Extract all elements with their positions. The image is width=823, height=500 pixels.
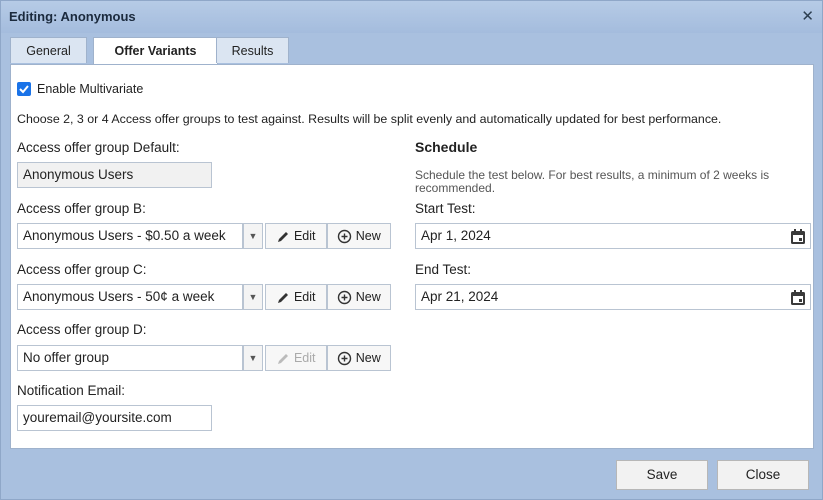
pencil-icon xyxy=(278,292,289,303)
new-label: New xyxy=(355,290,381,304)
calendar-icon[interactable] xyxy=(789,289,807,307)
edit-dialog: Editing: Anonymous ✕ General Offer Varia… xyxy=(0,0,823,500)
edit-label: Edit xyxy=(293,290,316,304)
tab-general[interactable]: General xyxy=(10,37,87,63)
edit-label: Edit xyxy=(293,351,316,365)
enable-multivariate-label: Enable Multivariate xyxy=(37,82,144,96)
calendar-icon[interactable] xyxy=(789,228,807,246)
notification-email-input[interactable]: youremail@yoursite.com xyxy=(17,405,212,431)
offer-variants-panel: Enable Multivariate Choose 2, 3 or 4 Acc… xyxy=(10,64,814,449)
plus-circle-icon xyxy=(338,291,352,305)
close-button[interactable]: Close xyxy=(717,460,809,490)
checkmark-icon xyxy=(19,85,29,94)
schedule-heading: Schedule xyxy=(415,139,478,155)
new-label: New xyxy=(355,229,381,243)
group-default-field: Anonymous Users xyxy=(17,162,212,188)
group-b-edit-button[interactable]: Edit xyxy=(265,223,327,249)
plus-circle-icon xyxy=(338,230,352,244)
group-b-label: Access offer group B: xyxy=(17,201,146,216)
plus-circle-icon xyxy=(338,352,352,366)
chevron-down-icon[interactable]: ▼ xyxy=(243,223,263,249)
close-icon[interactable]: ✕ xyxy=(801,7,814,25)
end-test-input[interactable]: Apr 21, 2024 xyxy=(415,284,811,310)
notification-email-label: Notification Email: xyxy=(17,383,126,398)
dialog-titlebar: Editing: Anonymous ✕ xyxy=(1,1,822,33)
pencil-icon xyxy=(278,353,289,364)
chevron-down-icon[interactable]: ▼ xyxy=(243,345,263,371)
group-c-edit-button[interactable]: Edit xyxy=(265,284,327,310)
group-c-select[interactable]: Anonymous Users - 50¢ a week xyxy=(17,284,243,310)
group-c-label: Access offer group C: xyxy=(17,262,147,277)
group-b-new-button[interactable]: New xyxy=(327,223,391,249)
group-default-label: Access offer group Default: xyxy=(17,140,180,155)
group-c-new-button[interactable]: New xyxy=(327,284,391,310)
enable-multivariate-checkbox[interactable] xyxy=(17,82,31,96)
schedule-help-text: Schedule the test below. For best result… xyxy=(415,168,770,195)
save-button[interactable]: Save xyxy=(616,460,708,490)
group-d-edit-button: Edit xyxy=(265,345,327,371)
end-test-label: End Test: xyxy=(415,262,472,277)
start-test-input[interactable]: Apr 1, 2024 xyxy=(415,223,811,249)
multivariate-description: Choose 2, 3 or 4 Access offer groups to … xyxy=(17,112,722,126)
group-d-label: Access offer group D: xyxy=(17,322,147,337)
pencil-icon xyxy=(278,231,289,242)
group-d-new-button[interactable]: New xyxy=(327,345,391,371)
tab-results[interactable]: Results xyxy=(216,37,289,63)
chevron-down-icon[interactable]: ▼ xyxy=(243,284,263,310)
start-test-label: Start Test: xyxy=(415,201,476,216)
tab-offer-variants[interactable]: Offer Variants xyxy=(93,37,218,65)
edit-label: Edit xyxy=(293,229,316,243)
new-label: New xyxy=(355,351,381,365)
group-d-select[interactable]: No offer group xyxy=(17,345,243,371)
group-b-select[interactable]: Anonymous Users - $0.50 a week xyxy=(17,223,243,249)
dialog-title: Editing: Anonymous xyxy=(9,9,136,24)
